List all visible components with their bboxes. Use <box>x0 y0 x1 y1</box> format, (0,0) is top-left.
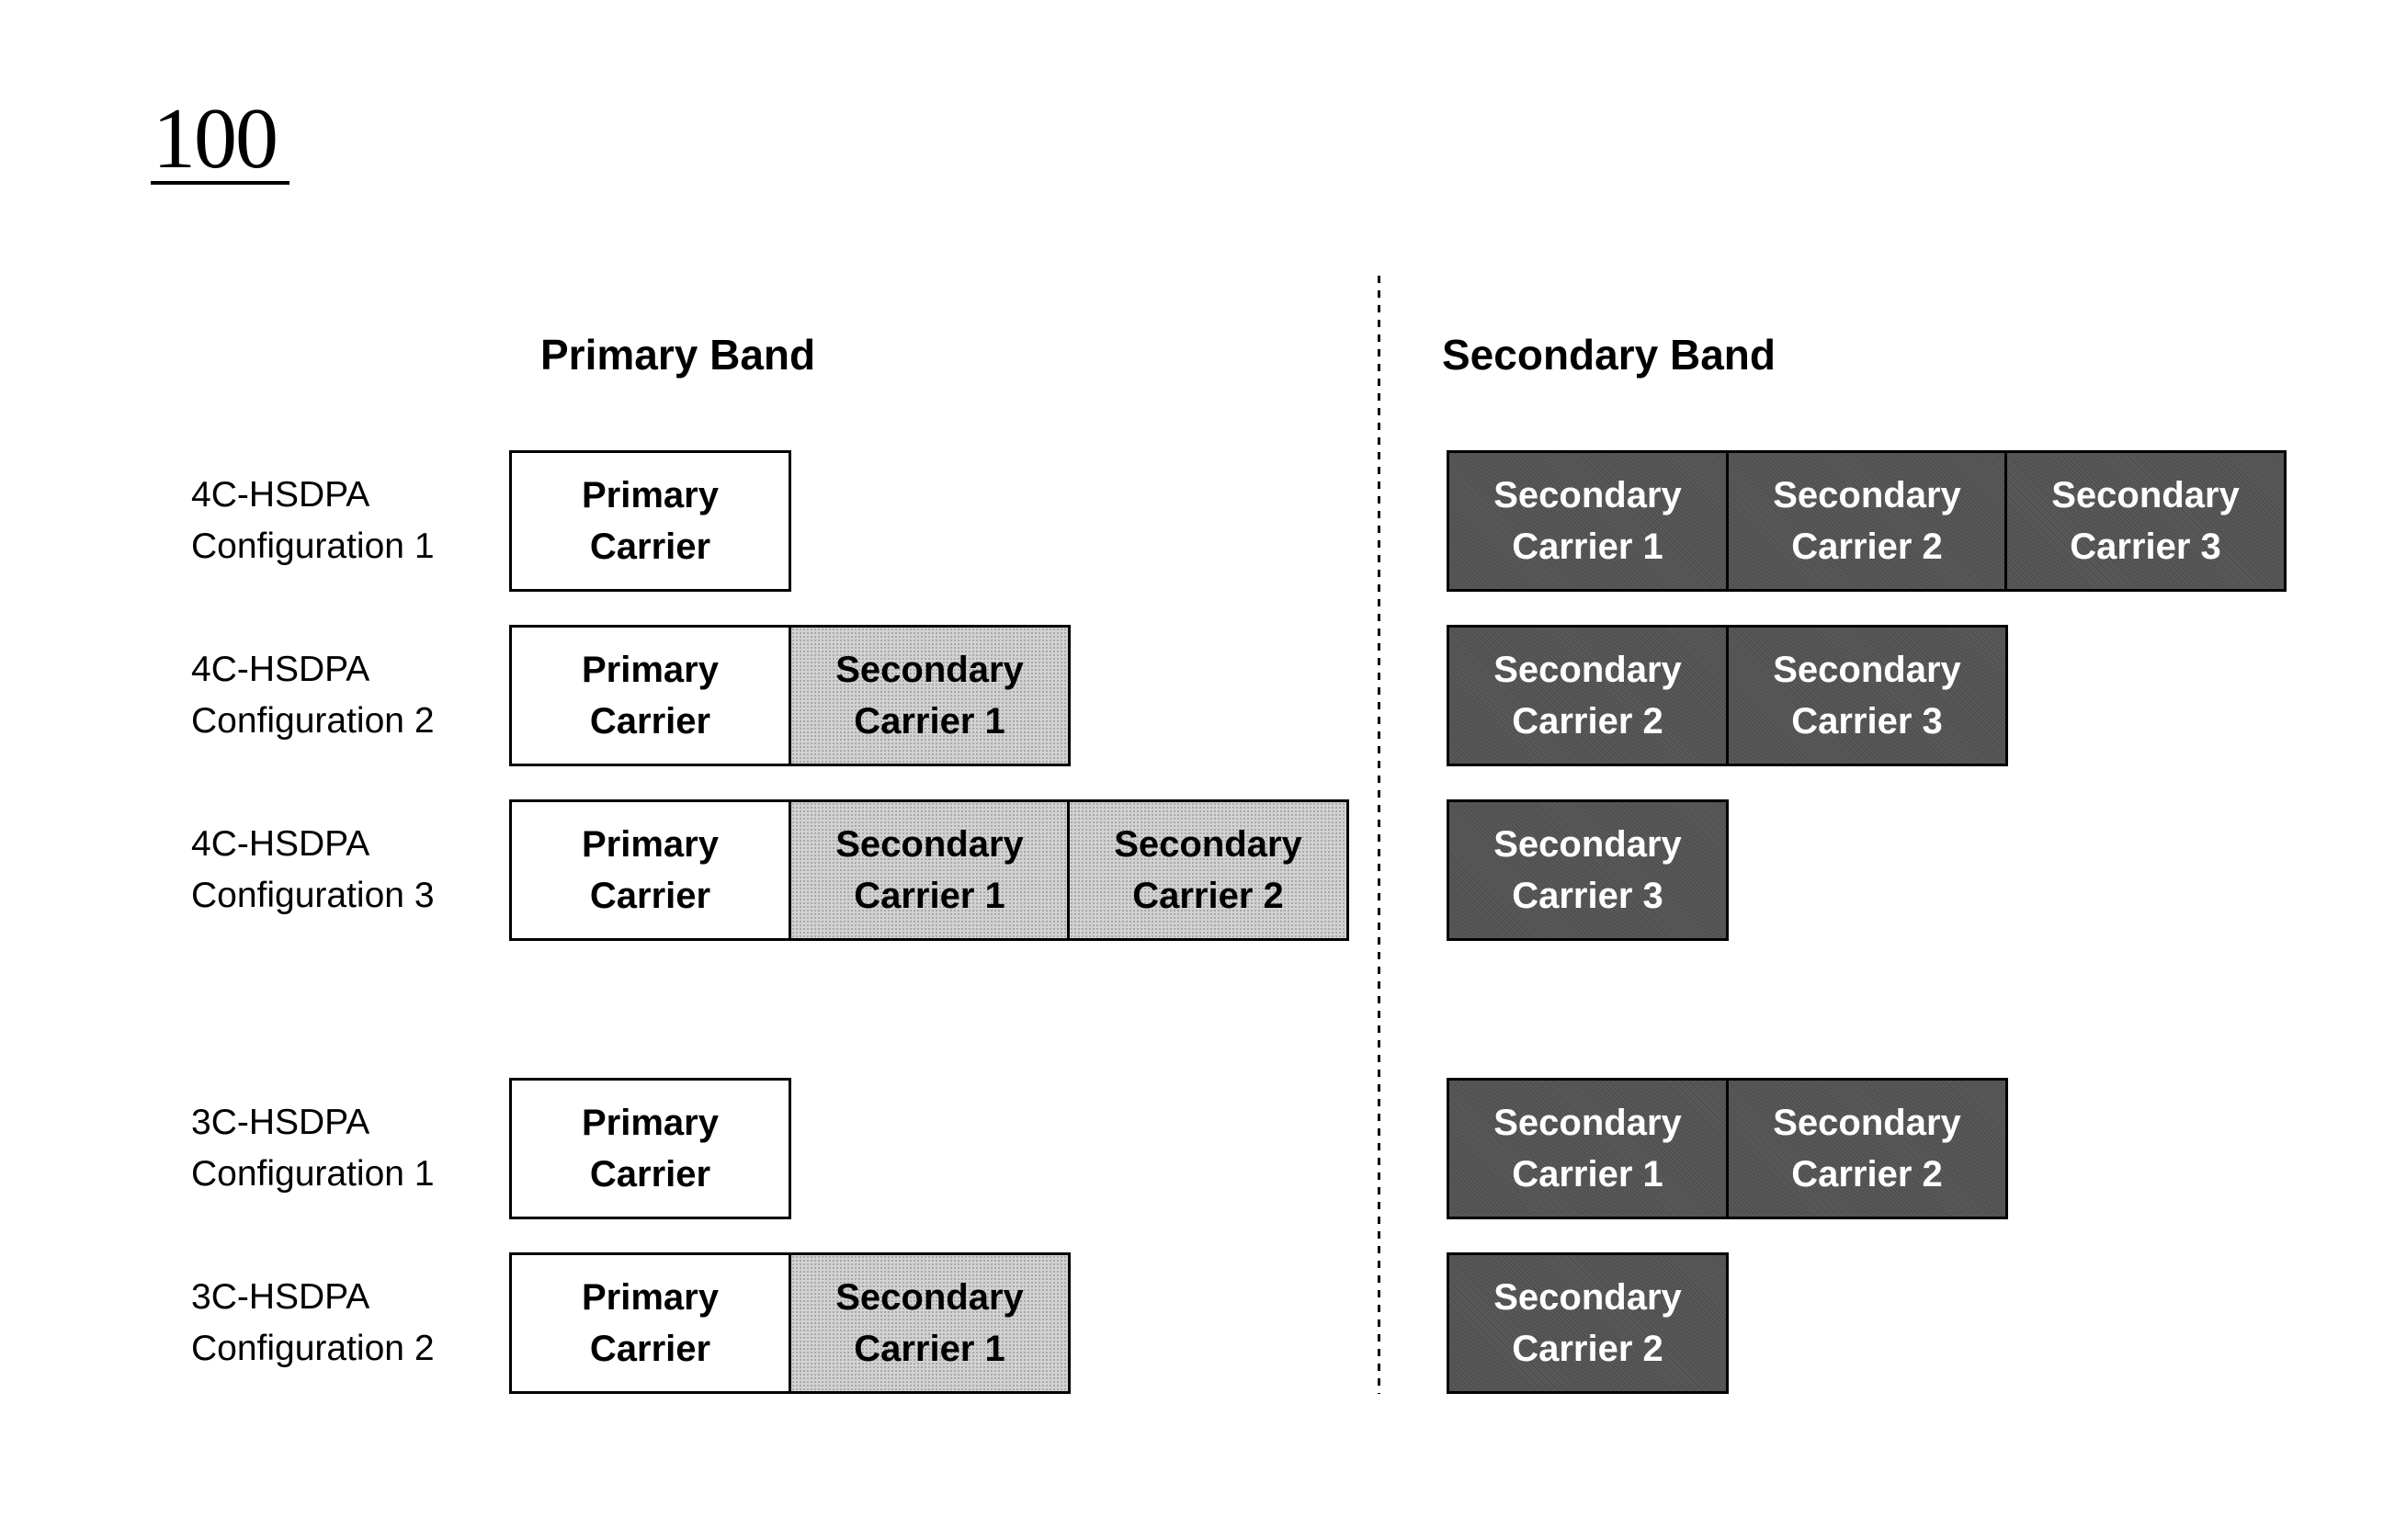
configuration-label-number: Configuration 1 <box>191 1154 435 1194</box>
configuration-label: 3C-HSDPA Configuration 2 <box>191 1272 494 1375</box>
carrier-name-text: Carrier 3 <box>1512 876 1663 916</box>
secondary-band-secondary-carrier-block: Secondary Carrier 2 <box>1447 1252 1729 1394</box>
carrier-name-text: Carrier 2 <box>1791 527 1943 567</box>
carrier-name-text: Carrier 1 <box>854 701 1005 742</box>
primary-band-primary-carrier-block: Primary Carrier <box>509 1252 791 1394</box>
carrier-type-text: Secondary <box>1493 1277 1682 1318</box>
carrier-name-text: Carrier 1 <box>854 876 1005 916</box>
secondary-band-secondary-carrier-block: Secondary Carrier 2 <box>1726 450 2008 592</box>
carrier-name-text: Carrier 2 <box>1791 1154 1943 1195</box>
configuration-label-number: Configuration 1 <box>191 527 435 566</box>
band-divider-dashed-line <box>1378 276 1380 1394</box>
carrier-type-text: Secondary <box>1773 475 1961 515</box>
carrier-type-text: Secondary <box>1493 1103 1682 1143</box>
primary-band-primary-carrier-block: Primary Carrier <box>509 625 791 766</box>
configuration-label: 3C-HSDPA Configuration 1 <box>191 1097 494 1200</box>
carrier-type-text: Primary <box>582 475 719 515</box>
carrier-name-text: Carrier 1 <box>1512 527 1663 567</box>
carrier-name-text: Carrier <box>589 876 711 916</box>
carrier-type-text: Secondary <box>1493 650 1682 690</box>
carrier-type-text: Secondary <box>1773 1103 1961 1143</box>
carrier-type-text: Secondary <box>1493 824 1682 865</box>
secondary-band-secondary-carrier-block: Secondary Carrier 2 <box>1726 1078 2008 1219</box>
secondary-band-secondary-carrier-block: Secondary Carrier 3 <box>1726 625 2008 766</box>
carrier-name-text: Carrier 1 <box>1512 1154 1663 1195</box>
secondary-band-secondary-carrier-block: Secondary Carrier 3 <box>1447 799 1729 941</box>
carrier-type-text: Primary <box>582 824 719 865</box>
primary-band-secondary-carrier-block: Secondary Carrier 1 <box>789 1252 1071 1394</box>
configuration-label-scheme: 4C-HSDPA <box>191 475 370 515</box>
configuration-label-number: Configuration 3 <box>191 876 435 915</box>
configuration-label-number: Configuration 2 <box>191 1329 435 1368</box>
primary-band-primary-carrier-block: Primary Carrier <box>509 450 791 592</box>
secondary-band-header: Secondary Band <box>1442 331 1776 379</box>
primary-band-primary-carrier-block: Primary Carrier <box>509 1078 791 1219</box>
primary-band-primary-carrier-block: Primary Carrier <box>509 799 791 941</box>
carrier-type-text: Primary <box>582 1103 719 1143</box>
configuration-label-scheme: 4C-HSDPA <box>191 824 370 864</box>
configuration-label-number: Configuration 2 <box>191 701 435 741</box>
diagram-canvas: 100 Primary Band Secondary Band 4C-HSDPA… <box>0 0 2395 1540</box>
carrier-name-text: Carrier <box>589 527 711 567</box>
carrier-type-text: Secondary <box>1773 650 1961 690</box>
carrier-type-text: Secondary <box>835 1277 1024 1318</box>
primary-band-secondary-carrier-block: Secondary Carrier 1 <box>789 625 1071 766</box>
carrier-type-text: Secondary <box>1493 475 1682 515</box>
carrier-type-text: Primary <box>582 1277 719 1318</box>
carrier-name-text: Carrier 3 <box>2070 527 2221 567</box>
carrier-name-text: Carrier <box>589 1154 711 1195</box>
figure-number: 100 <box>153 91 278 187</box>
carrier-name-text: Carrier 2 <box>1512 701 1663 742</box>
carrier-name-text: Carrier 3 <box>1791 701 1943 742</box>
carrier-type-text: Primary <box>582 650 719 690</box>
configuration-label-scheme: 4C-HSDPA <box>191 650 370 689</box>
secondary-band-secondary-carrier-block: Secondary Carrier 1 <box>1447 450 1729 592</box>
configuration-label: 4C-HSDPA Configuration 3 <box>191 819 494 922</box>
carrier-name-text: Carrier <box>589 701 711 742</box>
carrier-name-text: Carrier 2 <box>1512 1329 1663 1369</box>
carrier-name-text: Carrier 1 <box>854 1329 1005 1369</box>
primary-band-header: Primary Band <box>540 331 816 379</box>
configuration-label: 4C-HSDPA Configuration 1 <box>191 470 494 572</box>
figure-number-underline <box>151 181 289 185</box>
carrier-type-text: Secondary <box>2051 475 2240 515</box>
configuration-label-scheme: 3C-HSDPA <box>191 1103 370 1142</box>
secondary-band-secondary-carrier-block: Secondary Carrier 3 <box>2004 450 2287 592</box>
carrier-name-text: Carrier <box>589 1329 711 1369</box>
secondary-band-secondary-carrier-block: Secondary Carrier 2 <box>1447 625 1729 766</box>
secondary-band-secondary-carrier-block: Secondary Carrier 1 <box>1447 1078 1729 1219</box>
primary-band-secondary-carrier-block: Secondary Carrier 2 <box>1067 799 1349 941</box>
carrier-type-text: Secondary <box>835 824 1024 865</box>
primary-band-secondary-carrier-block: Secondary Carrier 1 <box>789 799 1071 941</box>
carrier-name-text: Carrier 2 <box>1132 876 1284 916</box>
carrier-type-text: Secondary <box>1114 824 1302 865</box>
carrier-type-text: Secondary <box>835 650 1024 690</box>
configuration-label: 4C-HSDPA Configuration 2 <box>191 644 494 747</box>
configuration-label-scheme: 3C-HSDPA <box>191 1277 370 1317</box>
